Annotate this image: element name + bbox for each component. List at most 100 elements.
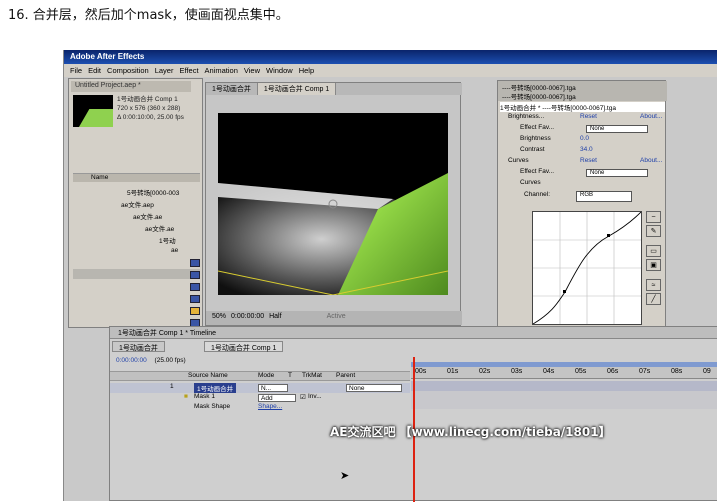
ruler-tick-label: 05s xyxy=(575,368,587,375)
composition-panel: 1号动画合并 1号动画合并 Comp 1 50% 0:00:00:00 Half… xyxy=(205,82,462,326)
composition-viewer[interactable] xyxy=(218,113,448,295)
channel-select[interactable]: RGB xyxy=(576,191,632,202)
footage-icon xyxy=(190,259,200,267)
tl-time-row: 0:00:00:00 (25.00 fps) xyxy=(116,357,416,367)
mask-row[interactable]: ■ Mask 1 Add ☑ Inv... xyxy=(110,393,410,403)
brightness-row: Brightness 0.0 xyxy=(520,135,590,142)
curves-graph[interactable] xyxy=(532,211,642,325)
parent-select[interactable]: None xyxy=(346,384,402,392)
layer-mode[interactable]: N... xyxy=(258,384,288,392)
curves-row: Curves xyxy=(520,179,541,186)
zoom-select[interactable]: 50% xyxy=(212,313,226,323)
watermark: AE交流区吧 【www.linecg.com/tieba/1801】 xyxy=(330,425,611,439)
contrast-value[interactable]: 34.0 xyxy=(580,146,593,153)
effect-fav-row: Effect Fav... None xyxy=(500,168,665,178)
time-ruler[interactable]: 00s 01s 02s 03s 04s 05s 06s 07s 08s 09 xyxy=(411,367,717,379)
mask-icon: ■ xyxy=(184,393,188,400)
curves-tools: ~ ✎ ▭ ▣ ≈ ╱ xyxy=(646,211,663,307)
menu-effect[interactable]: Effect xyxy=(179,66,198,75)
project-folder[interactable]: ae xyxy=(171,247,178,254)
ruler-tick-label: 01s xyxy=(447,368,459,375)
mask-shape-label: Mask Shape xyxy=(194,403,231,410)
comp-name: 1号动画合并 Comp 1 xyxy=(117,96,178,103)
col-t[interactable]: T xyxy=(288,372,292,379)
folder-icon xyxy=(190,307,200,315)
project-item[interactable]: 5号转场[0000-003 xyxy=(127,187,179,197)
brightness-value[interactable]: 0.0 xyxy=(580,135,589,142)
effects-tab-active[interactable]: ----号转场[0000-0067].tga xyxy=(502,91,576,101)
effect-controls-panel: ----号转场[0000-0067].tga ----号转场[0000-0067… xyxy=(497,80,667,330)
timeline-title: 1号动画合并 Comp 1 * Timeline xyxy=(110,327,717,339)
after-effects-window: Adobe After Effects File Edit Compositio… xyxy=(63,50,717,502)
curves-plot xyxy=(532,211,642,325)
tl-fps: (25.00 fps) xyxy=(154,357,186,364)
about-link[interactable]: About... xyxy=(640,157,662,164)
col-parent[interactable]: Parent xyxy=(336,372,355,379)
project-panel: Untitled Project.aep * 1号动画合并 Comp 1 720… xyxy=(68,78,203,328)
mask-inverted: Inv... xyxy=(308,393,322,400)
menu-view[interactable]: View xyxy=(244,66,260,75)
reset-link[interactable]: Reset xyxy=(580,113,597,120)
menu-help[interactable]: Help xyxy=(299,66,314,75)
ruler-tick-label: 03s xyxy=(511,368,523,375)
tab-comp-a[interactable]: 1号动画合并 xyxy=(206,83,258,95)
name-column-header[interactable]: Name xyxy=(73,173,200,182)
menu-edit[interactable]: Edit xyxy=(88,66,101,75)
active-camera[interactable]: Active xyxy=(327,313,346,323)
mouse-cursor-icon: ➤ xyxy=(340,470,350,482)
project-folder[interactable]: ae文件.ae xyxy=(145,223,174,233)
tab-comp-b[interactable]: 1号动画合并 Comp 1 xyxy=(257,83,337,95)
effect-curves: Curves Reset About... xyxy=(508,157,663,164)
project-folder[interactable]: ae文件.aep xyxy=(121,199,154,209)
col-mode[interactable]: Mode xyxy=(258,372,274,379)
footage-icon xyxy=(190,271,200,279)
project-tab[interactable]: Untitled Project.aep * xyxy=(71,81,191,92)
save-icon[interactable]: ▣ xyxy=(646,259,661,271)
menu-layer[interactable]: Layer xyxy=(155,66,174,75)
ruler-tick-label: 09 xyxy=(703,368,711,375)
mask-shape-value[interactable]: Shape... xyxy=(258,403,282,410)
project-folder[interactable]: 1号动 xyxy=(159,235,176,245)
menu-window[interactable]: Window xyxy=(266,66,293,75)
menu-composition[interactable]: Composition xyxy=(107,66,149,75)
resolution-select[interactable]: Half xyxy=(269,313,281,323)
effects-header: 1号动画合并 * ----号转场[0000-0067].tga xyxy=(500,102,665,112)
mask-name[interactable]: Mask 1 xyxy=(194,393,215,400)
curve-tool-icon[interactable]: ~ xyxy=(646,211,661,223)
pencil-icon[interactable]: ✎ xyxy=(646,225,661,237)
tl-column-headers: Source Name Mode T TrkMat Parent xyxy=(110,371,410,381)
effect-fav-select[interactable]: None xyxy=(586,125,648,133)
layer-name[interactable]: 1号动画合并 xyxy=(194,383,237,393)
tl-timecode[interactable]: 0:00:00:00 xyxy=(116,357,147,364)
effect-fav-row: Effect Fav... None xyxy=(500,124,665,134)
comp-tabs: 1号动画合并 1号动画合并 Comp 1 xyxy=(206,83,462,95)
comp-duration: Δ 0:00:10:00, 25.00 fps xyxy=(117,114,184,121)
about-link[interactable]: About... xyxy=(640,113,662,120)
layer-number: 1 xyxy=(170,383,174,390)
reset-link[interactable]: Reset xyxy=(580,157,597,164)
tl-tab-b[interactable]: 1号动画合并 Comp 1 xyxy=(204,341,284,352)
open-icon[interactable]: ▭ xyxy=(646,245,661,257)
layer-duration-bar[interactable] xyxy=(411,381,717,391)
inverted-checkbox[interactable]: ☑ xyxy=(300,393,306,401)
ruler-tick-label: 00s xyxy=(415,368,427,375)
timecode[interactable]: 0:00:00:00 xyxy=(231,313,264,323)
channel-row: Channel: RGB xyxy=(500,191,665,203)
selected-row[interactable] xyxy=(73,269,200,279)
menu-file[interactable]: File xyxy=(70,66,82,75)
menu-animation[interactable]: Animation xyxy=(205,66,238,75)
col-source[interactable]: Source Name xyxy=(188,372,228,379)
effects-tabs: ----号转场[0000-0067].tga ----号转场[0000-0067… xyxy=(498,81,667,101)
tl-tab-a[interactable]: 1号动画合并 xyxy=(112,341,165,352)
col-trkmat[interactable]: TrkMat xyxy=(302,372,322,379)
linear-icon[interactable]: ╱ xyxy=(646,293,661,305)
layer-row[interactable]: 1 1号动画合并 N... None xyxy=(110,383,410,393)
smooth-icon[interactable]: ≈ xyxy=(646,279,661,291)
comp-frame xyxy=(218,113,448,295)
comp-thumbnail xyxy=(73,95,113,127)
project-folder[interactable]: ae文件.ae xyxy=(133,211,162,221)
menu-bar: File Edit Composition Layer Effect Anima… xyxy=(64,64,717,77)
effect-fav-select[interactable]: None xyxy=(586,169,648,177)
mask-mode[interactable]: Add xyxy=(258,394,296,402)
comp-info: 1号动画合并 Comp 1 720 x 576 (360 x 288) Δ 0:… xyxy=(117,95,184,122)
